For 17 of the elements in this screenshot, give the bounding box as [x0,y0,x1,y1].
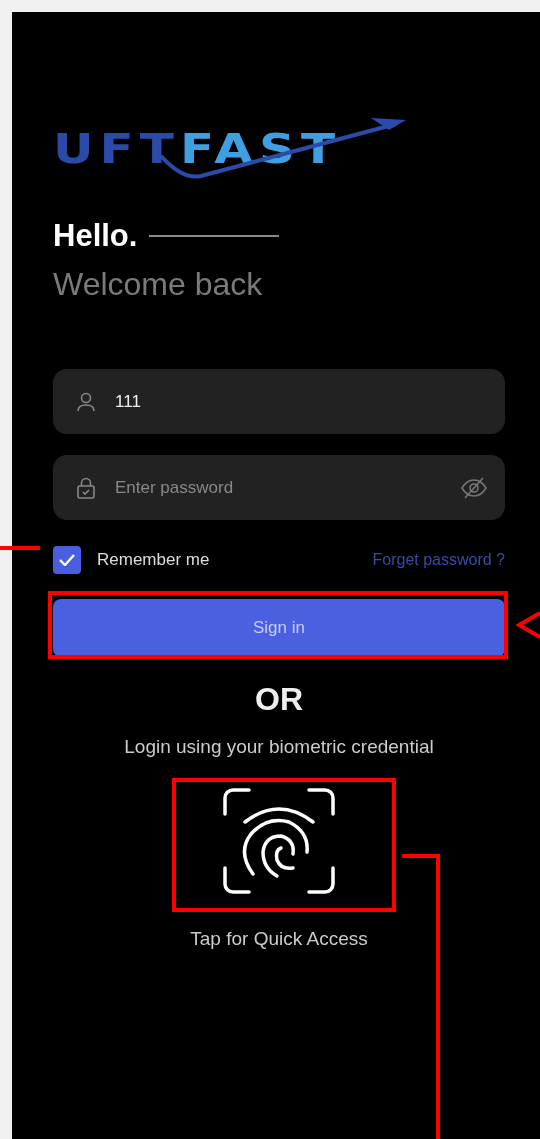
lock-icon [77,476,95,499]
fingerprint-button[interactable] [223,788,335,894]
remember-label: Remember me [97,550,210,570]
biometric-prompt: Login using your biometric credential [123,736,435,758]
username-field[interactable]: 111 [53,369,505,434]
fingerprint-icon [223,788,335,894]
quick-access-hint: Tap for Quick Access [189,928,369,950]
remember-checkbox[interactable] [53,546,81,574]
password-field[interactable]: Enter password [53,455,505,520]
greeting-title: Hello. [53,218,138,254]
password-input[interactable]: Enter password [113,476,443,499]
check-icon [59,554,75,566]
user-icon [77,391,95,412]
greeting-subtitle: Welcome back [53,266,264,303]
username-input[interactable]: 111 [113,390,487,413]
or-divider-text: OR [254,681,304,718]
eye-off-icon[interactable] [461,476,487,499]
